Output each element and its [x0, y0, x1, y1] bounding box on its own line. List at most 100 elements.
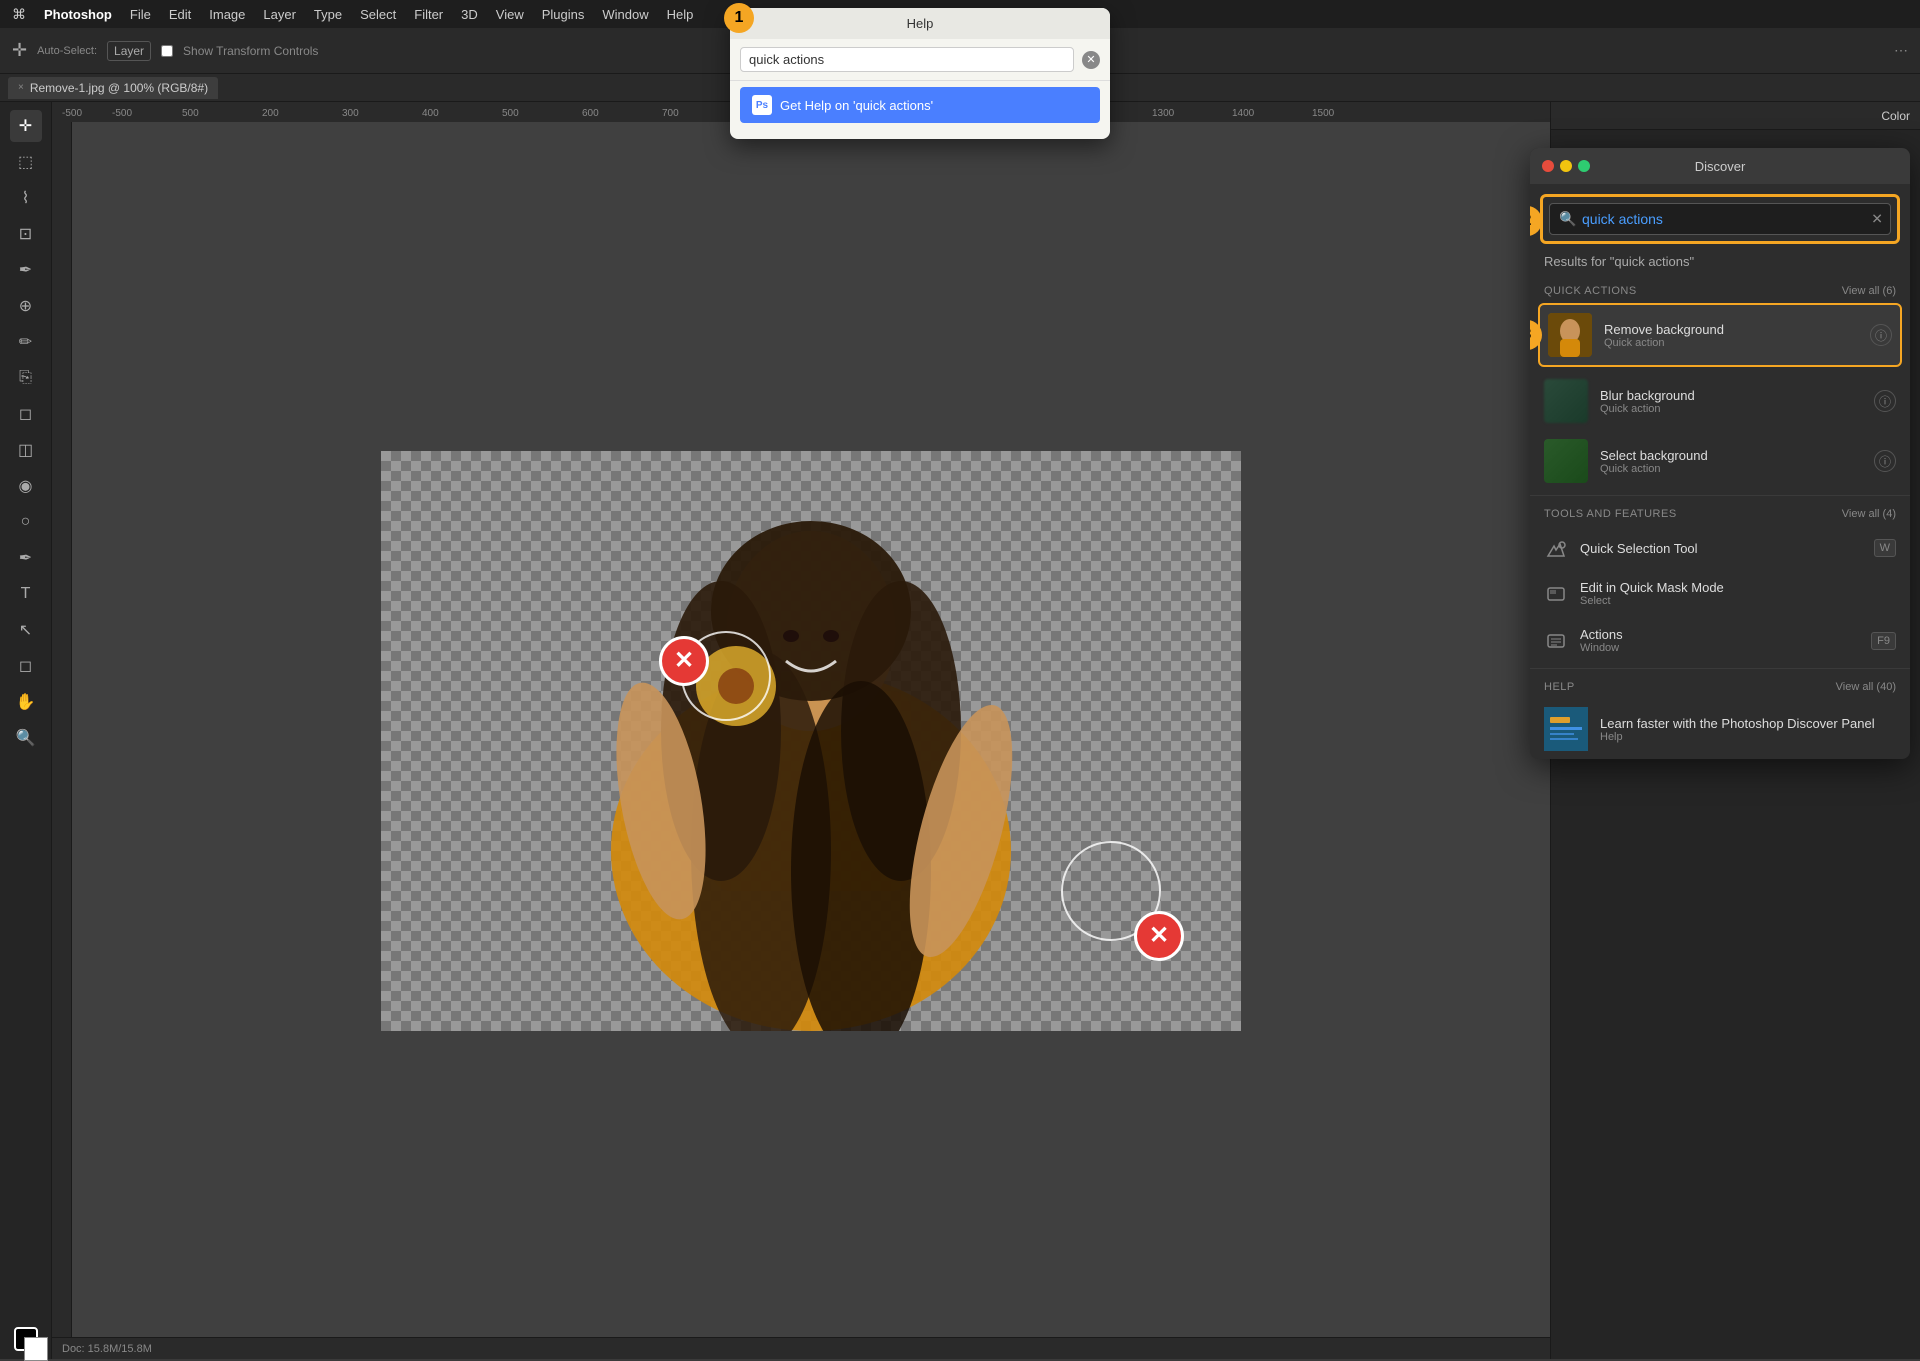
blur-tool[interactable]: ◉	[10, 470, 42, 502]
help-search-clear-btn[interactable]: ✕	[1082, 51, 1100, 69]
quick-selection-icon	[1544, 536, 1568, 560]
traffic-lights	[1542, 160, 1590, 172]
actions-info: Actions Window	[1580, 627, 1859, 654]
remove-bg-title: Remove background	[1604, 322, 1858, 337]
divider-1	[1530, 495, 1910, 496]
tab-title: Remove-1.jpg @ 100% (RGB/8#)	[30, 81, 208, 95]
learn-faster-info: Learn faster with the Photoshop Discover…	[1600, 716, 1896, 743]
discover-title-bar: Discover	[1530, 148, 1910, 184]
select-bg-thumb	[1544, 439, 1588, 483]
clone-tool[interactable]: ⎘	[10, 362, 42, 394]
quick-selection-tool-item[interactable]: Quick Selection Tool W	[1530, 526, 1910, 570]
layer-dropdown[interactable]: Layer	[107, 41, 151, 61]
menu-layer[interactable]: Layer	[263, 7, 296, 22]
menu-window[interactable]: Window	[602, 7, 648, 22]
actions-subtitle: Window	[1580, 642, 1859, 654]
tools-features-view-all[interactable]: View all (4)	[1842, 508, 1896, 520]
help-section-header: HELP View all (40)	[1530, 673, 1910, 699]
help-result-item[interactable]: Ps Get Help on 'quick actions'	[740, 87, 1100, 123]
canvas-area: ✕ ✕	[72, 122, 1550, 1359]
maximize-traffic-light[interactable]	[1578, 160, 1590, 172]
tools-panel: ✛ ⬚ ⌇ ⊡ ✒ ⊕ ✏ ⎘ ◻ ◫ ◉ ○ ✒ T ↖ ◻ ✋ 🔍	[0, 102, 52, 1359]
blur-bg-info-icon[interactable]: ⓘ	[1874, 390, 1896, 412]
svg-text:-500: -500	[62, 108, 82, 119]
remove-indicator-1: ✕	[659, 636, 709, 686]
lasso-tool[interactable]: ⌇	[10, 182, 42, 214]
transform-controls-checkbox[interactable]	[161, 45, 173, 57]
select-background-item[interactable]: Select background Quick action ⓘ	[1530, 431, 1910, 491]
menu-type[interactable]: Type	[314, 7, 342, 22]
search-icon: 🔍	[1559, 211, 1576, 228]
menu-3d[interactable]: 3D	[461, 7, 478, 22]
help-label: HELP	[1544, 681, 1575, 693]
quick-actions-view-all[interactable]: View all (6)	[1842, 285, 1896, 297]
document-tab[interactable]: × Remove-1.jpg @ 100% (RGB/8#)	[8, 77, 218, 99]
quick-selection-shortcut: W	[1874, 539, 1896, 557]
path-selection-tool[interactable]: ↖	[10, 614, 42, 646]
learn-faster-item[interactable]: Learn faster with the Photoshop Discover…	[1530, 699, 1910, 759]
help-popup: Help ✕ Ps Get Help on 'quick actions'	[730, 8, 1110, 139]
dodge-tool[interactable]: ○	[10, 506, 42, 538]
gradient-tool[interactable]: ◫	[10, 434, 42, 466]
help-search-area: ✕	[730, 39, 1110, 81]
svg-text:300: 300	[342, 108, 359, 119]
foreground-color[interactable]	[14, 1327, 38, 1351]
eraser-tool[interactable]: ◻	[10, 398, 42, 430]
tab-close-icon[interactable]: ×	[18, 82, 24, 93]
menu-plugins[interactable]: Plugins	[542, 7, 585, 22]
move-tool[interactable]: ✛	[10, 110, 42, 142]
quick-mask-title: Edit in Quick Mask Mode	[1580, 580, 1896, 595]
menu-view[interactable]: View	[496, 7, 524, 22]
menu-edit[interactable]: Edit	[169, 7, 191, 22]
remove-indicator-2: ✕	[1134, 911, 1184, 961]
blur-background-item[interactable]: Blur background Quick action ⓘ	[1530, 371, 1910, 431]
selection-tool[interactable]: ⬚	[10, 146, 42, 178]
svg-text:400: 400	[422, 108, 439, 119]
shape-tool[interactable]: ◻	[10, 650, 42, 682]
auto-select-label: Auto-Select:	[37, 45, 97, 57]
quick-actions-label: QUICK ACTIONS	[1544, 285, 1637, 297]
move-tool-icon[interactable]: ✛	[12, 40, 27, 61]
discover-title: Discover	[1695, 159, 1746, 174]
more-options-icon[interactable]: ⋯	[1894, 42, 1908, 59]
search-clear-icon[interactable]: ✕	[1871, 211, 1883, 228]
menu-help[interactable]: Help	[667, 7, 694, 22]
minimize-traffic-light[interactable]	[1560, 160, 1572, 172]
remove-bg-info: Remove background Quick action	[1604, 322, 1858, 349]
status-info: Doc: 15.8M/15.8M	[62, 1343, 152, 1355]
remove-bg-info-icon[interactable]: ⓘ	[1870, 324, 1892, 346]
quick-mask-item[interactable]: Edit in Quick Mask Mode Select	[1530, 570, 1910, 617]
menu-filter[interactable]: Filter	[414, 7, 443, 22]
discover-panel: Discover 🔍 ✕ 2 Results for "quick action…	[1530, 148, 1910, 759]
help-view-all[interactable]: View all (40)	[1836, 681, 1896, 693]
eyedropper-tool[interactable]: ✒	[10, 254, 42, 286]
remove-bg-subtitle: Quick action	[1604, 337, 1858, 349]
zoom-tool[interactable]: 🔍	[10, 722, 42, 754]
help-search-input[interactable]	[740, 47, 1074, 72]
results-heading: Results for "quick actions"	[1530, 250, 1910, 277]
svg-text:1400: 1400	[1232, 108, 1255, 119]
close-traffic-light[interactable]	[1542, 160, 1554, 172]
help-result-text: Get Help on 'quick actions'	[780, 98, 933, 113]
hand-tool[interactable]: ✋	[10, 686, 42, 718]
menu-file[interactable]: File	[130, 7, 151, 22]
remove-background-item[interactable]: Remove background Quick action ⓘ	[1538, 303, 1902, 367]
remove-bg-thumb	[1548, 313, 1592, 357]
healing-tool[interactable]: ⊕	[10, 290, 42, 322]
crop-tool[interactable]: ⊡	[10, 218, 42, 250]
select-bg-title: Select background	[1600, 448, 1862, 463]
menu-select[interactable]: Select	[360, 7, 396, 22]
background-color[interactable]	[24, 1337, 48, 1361]
text-tool[interactable]: T	[10, 578, 42, 610]
discover-search-input[interactable]	[1549, 203, 1891, 235]
brush-tool[interactable]: ✏	[10, 326, 42, 358]
quick-actions-section-header: QUICK ACTIONS View all (6)	[1530, 277, 1910, 303]
apple-menu[interactable]: ⌘	[12, 6, 26, 23]
actions-item[interactable]: Actions Window F9	[1530, 617, 1910, 664]
actions-title: Actions	[1580, 627, 1859, 642]
select-bg-info-icon[interactable]: ⓘ	[1874, 450, 1896, 472]
discover-search-wrapper: 🔍 ✕	[1540, 194, 1900, 244]
menu-image[interactable]: Image	[209, 7, 245, 22]
pen-tool[interactable]: ✒	[10, 542, 42, 574]
transform-controls-label: Show Transform Controls	[183, 44, 318, 58]
